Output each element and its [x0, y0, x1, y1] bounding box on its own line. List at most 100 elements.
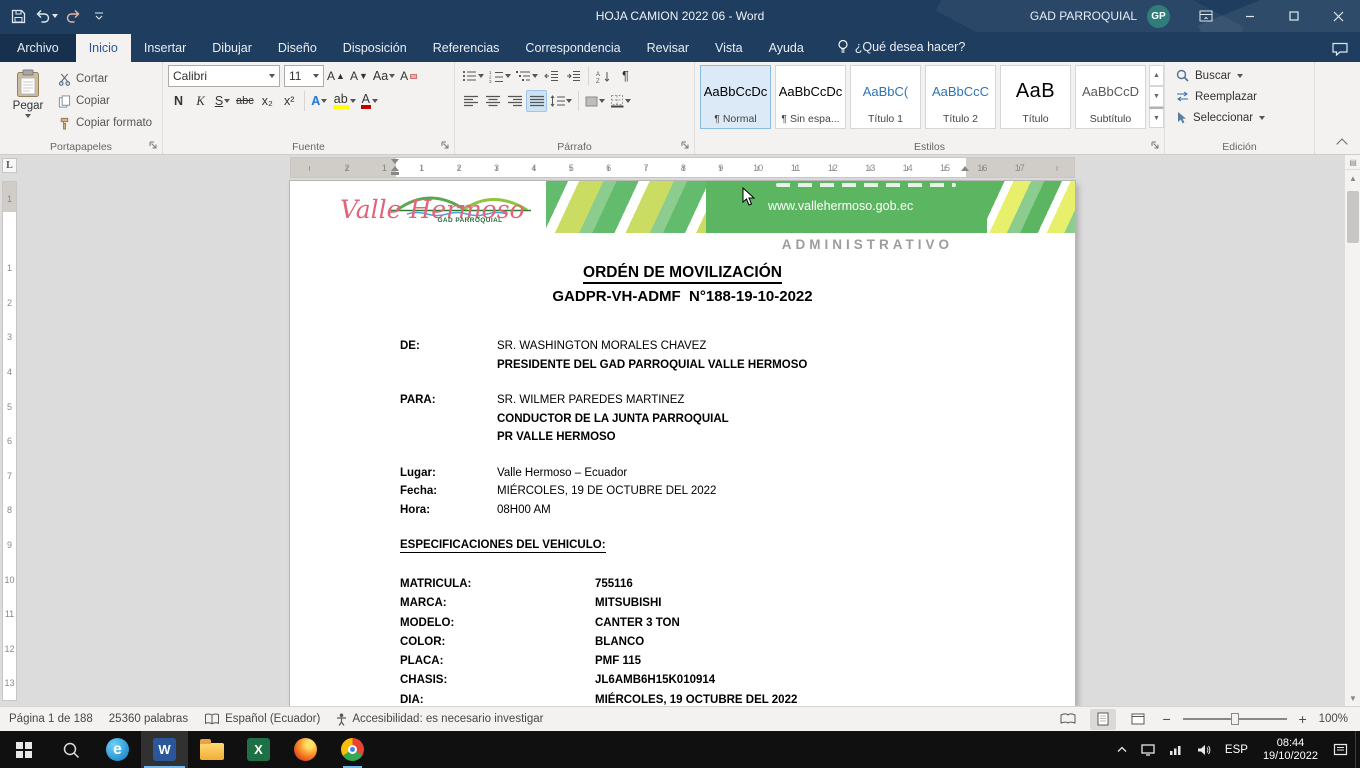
web-layout-button[interactable] — [1125, 709, 1151, 730]
vertical-scrollbar[interactable]: ▤ ▲ ▼ — [1344, 155, 1360, 706]
justify-button[interactable] — [526, 90, 547, 112]
zoom-in-button[interactable]: + — [1296, 711, 1310, 727]
shrink-font-button[interactable]: A▼ — [348, 65, 370, 87]
select-button[interactable]: Seleccionar — [1170, 107, 1309, 128]
clear-formatting-button[interactable]: A — [398, 65, 419, 87]
ruler-toggle-button[interactable]: ▤ — [1345, 155, 1360, 170]
minimize-button[interactable] — [1228, 0, 1272, 32]
replace-button[interactable]: Reemplazar — [1170, 86, 1309, 107]
undo-dropdown-caret[interactable] — [52, 14, 58, 18]
style-item[interactable]: AaBbCcD Subtítulo — [1075, 65, 1146, 129]
align-center-button[interactable] — [482, 90, 503, 112]
zoom-level[interactable]: 100% — [1319, 713, 1348, 725]
multilevel-list-button[interactable] — [514, 65, 540, 87]
styles-dialog-launcher[interactable] — [1151, 141, 1160, 150]
display-tray-button[interactable] — [1134, 731, 1162, 768]
print-layout-button[interactable] — [1090, 709, 1116, 730]
proofing-status[interactable]: Español (Ecuador) — [204, 713, 320, 725]
customize-quick-access-button[interactable] — [87, 3, 111, 29]
hanging-indent-marker[interactable] — [391, 162, 399, 171]
zoom-slider-thumb[interactable] — [1231, 713, 1239, 725]
italic-button[interactable]: K — [190, 90, 211, 112]
font-size-combo[interactable]: 11 — [284, 65, 324, 87]
ribbon-tab[interactable]: Referencias — [420, 34, 513, 62]
font-color-button[interactable]: A — [359, 90, 380, 112]
style-item[interactable]: AaBbCcC Título 2 — [925, 65, 996, 129]
taskbar-excel-button[interactable]: X — [235, 731, 282, 768]
numbering-button[interactable]: 123 — [487, 65, 513, 87]
paragraph-dialog-launcher[interactable] — [681, 141, 690, 150]
account-avatar[interactable]: GP — [1147, 5, 1170, 28]
ribbon-tab[interactable]: Archivo — [0, 34, 76, 62]
taskbar-explorer-button[interactable] — [188, 731, 235, 768]
volume-tray-button[interactable] — [1190, 731, 1218, 768]
tell-me-box[interactable]: ¿Qué desea hacer? — [837, 39, 966, 62]
page-indicator[interactable]: Página 1 de 188 — [9, 713, 93, 725]
taskbar-edge-button[interactable]: e — [94, 731, 141, 768]
style-item[interactable]: AaBbCcDc ¶ Sin espa... — [775, 65, 846, 129]
accessibility-status[interactable]: Accesibilidad: es necesario investigar — [336, 713, 543, 726]
undo-button[interactable] — [31, 3, 61, 29]
align-left-button[interactable] — [460, 90, 481, 112]
align-right-button[interactable] — [504, 90, 525, 112]
collapse-ribbon-button[interactable] — [1336, 138, 1347, 149]
paste-button[interactable]: Pegar — [5, 65, 51, 133]
taskbar-clock[interactable]: 08:44 19/10/2022 — [1255, 737, 1326, 763]
styles-gallery-more-button[interactable]: ▼ — [1149, 107, 1164, 128]
style-item[interactable]: AaBbCcDc ¶ Normal — [700, 65, 771, 129]
style-item[interactable]: AaB Título — [1000, 65, 1071, 129]
copy-button[interactable]: Copiar — [55, 91, 155, 111]
scroll-up-button[interactable]: ▲ — [1345, 170, 1360, 186]
ribbon-tab[interactable]: Diseño — [265, 34, 330, 62]
maximize-button[interactable] — [1272, 0, 1316, 32]
ribbon-tab[interactable]: Vista — [702, 34, 756, 62]
tab-stop-selector[interactable]: L — [2, 158, 17, 173]
change-case-button[interactable]: Aa — [371, 65, 397, 87]
font-dialog-launcher[interactable] — [441, 141, 450, 150]
ribbon-tab[interactable]: Dibujar — [199, 34, 265, 62]
find-button[interactable]: Buscar — [1170, 65, 1309, 86]
ribbon-tab[interactable]: Ayuda — [756, 34, 817, 62]
show-desktop-button[interactable] — [1355, 731, 1360, 768]
grow-font-button[interactable]: A▲ — [325, 65, 347, 87]
styles-scroll-down-button[interactable]: ▼ — [1149, 86, 1164, 107]
strikethrough-button[interactable]: abc — [234, 90, 256, 112]
ribbon-tab[interactable]: Inicio — [76, 34, 131, 62]
scrollbar-thumb[interactable] — [1347, 191, 1359, 243]
increase-indent-button[interactable] — [563, 65, 584, 87]
input-language-indicator[interactable]: ESP — [1218, 731, 1255, 768]
read-mode-button[interactable] — [1055, 709, 1081, 730]
clipboard-dialog-launcher[interactable] — [149, 141, 158, 150]
account-name[interactable]: GAD PARROQUIAL — [1030, 9, 1137, 23]
scroll-down-button[interactable]: ▼ — [1345, 690, 1360, 706]
close-button[interactable] — [1316, 0, 1360, 32]
borders-button[interactable] — [608, 90, 633, 112]
taskbar-word-button[interactable]: W — [141, 731, 188, 768]
start-button[interactable] — [0, 731, 47, 768]
format-painter-button[interactable]: Copiar formato — [55, 113, 155, 133]
network-tray-button[interactable] — [1162, 731, 1190, 768]
cut-button[interactable]: Cortar — [55, 69, 155, 89]
bullets-button[interactable] — [460, 65, 486, 87]
zoom-slider[interactable] — [1183, 718, 1287, 720]
taskbar-search-button[interactable] — [47, 731, 94, 768]
bold-button[interactable]: N — [168, 90, 189, 112]
show-paragraph-marks-button[interactable]: ¶ — [615, 65, 636, 87]
feedback-comment-icon[interactable] — [1332, 42, 1348, 56]
ribbon-tab[interactable]: Insertar — [131, 34, 199, 62]
line-spacing-button[interactable] — [548, 90, 574, 112]
style-item[interactable]: AaBbC( Título 1 — [850, 65, 921, 129]
hidden-icons-button[interactable] — [1110, 731, 1134, 768]
subscript-button[interactable]: x₂ — [257, 90, 278, 112]
text-effects-button[interactable]: A — [309, 90, 330, 112]
text-highlight-button[interactable]: ab — [331, 90, 358, 112]
ribbon-tab[interactable]: Correspondencia — [512, 34, 633, 62]
taskbar-firefox-button[interactable] — [282, 731, 329, 768]
underline-button[interactable]: S — [212, 90, 233, 112]
action-center-button[interactable] — [1326, 731, 1355, 768]
ribbon-display-options-button[interactable] — [1184, 0, 1228, 32]
left-indent-marker[interactable] — [391, 172, 399, 176]
decrease-indent-button[interactable] — [541, 65, 562, 87]
redo-button[interactable] — [62, 3, 86, 29]
styles-scroll-up-button[interactable]: ▲ — [1149, 65, 1164, 86]
